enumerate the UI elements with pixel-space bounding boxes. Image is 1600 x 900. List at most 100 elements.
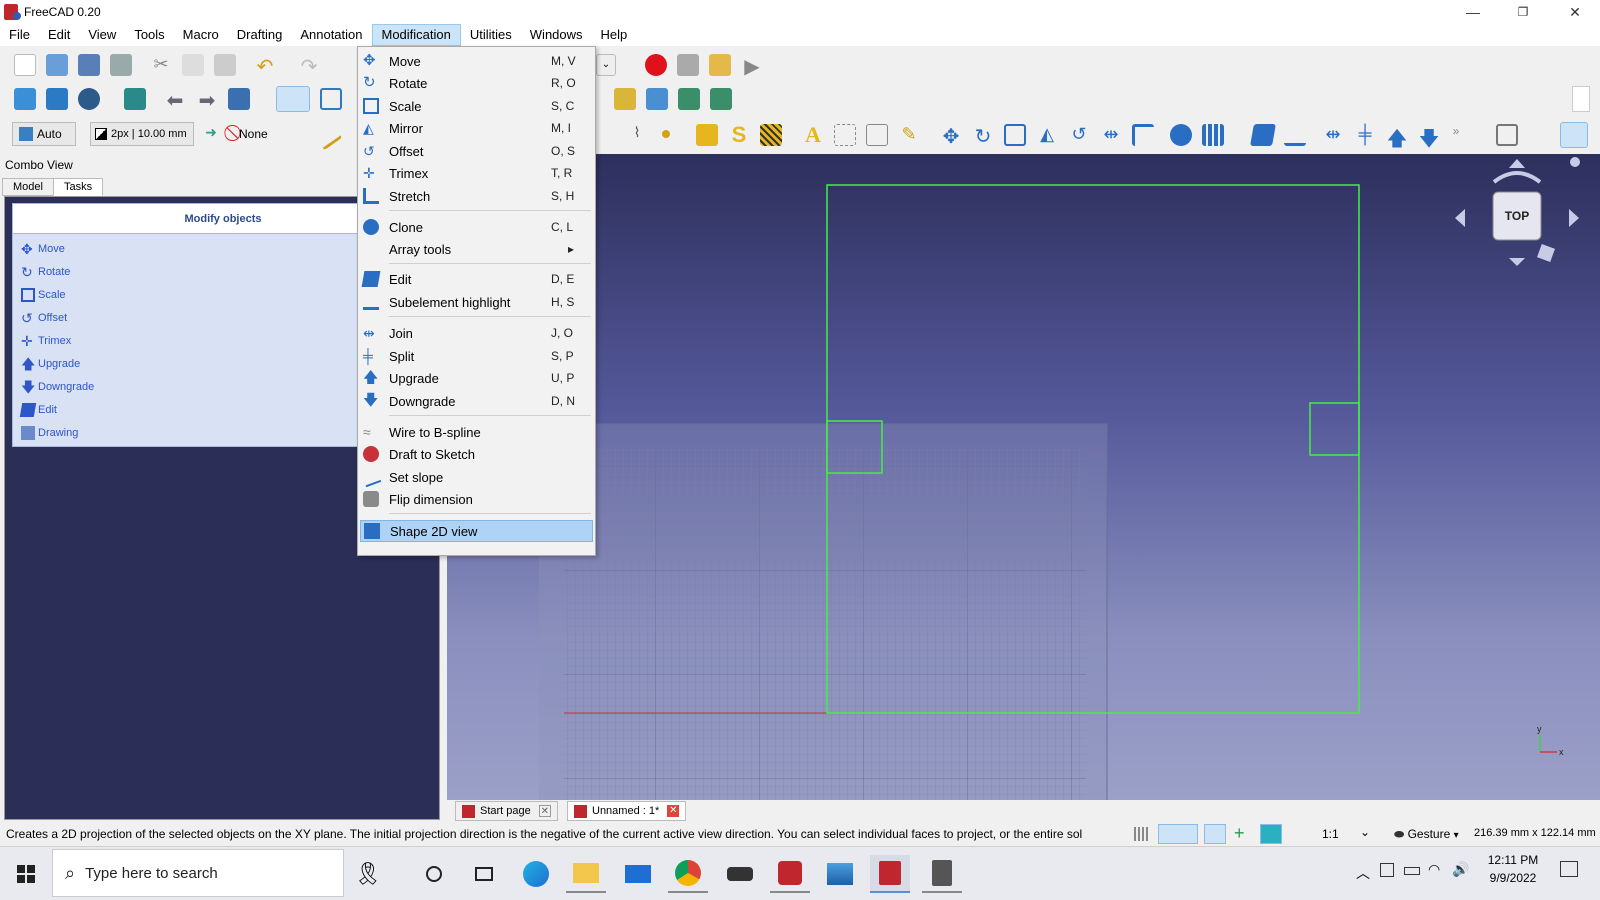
menu-item-offset[interactable]: ↺ Offset O, S xyxy=(358,140,595,162)
menu-utilities[interactable]: Utilities xyxy=(461,24,521,46)
draw-style-icon[interactable] xyxy=(78,88,100,110)
menu-item-split[interactable]: ╪ Split S, P xyxy=(358,345,595,367)
chrome-icon[interactable] xyxy=(668,855,708,893)
show-hidden-icons-icon[interactable]: ︿ xyxy=(1356,863,1370,883)
tb-mirror-icon[interactable]: ◭ xyxy=(1036,124,1058,146)
tb-array-icon[interactable] xyxy=(1202,124,1224,146)
undo-icon[interactable]: ↶ xyxy=(254,54,276,78)
menu-edit[interactable]: Edit xyxy=(39,24,79,46)
grid-toggle-icon[interactable] xyxy=(1134,827,1148,841)
line-icon[interactable] xyxy=(311,119,343,151)
photos-icon[interactable] xyxy=(820,855,860,893)
tab-start-page[interactable]: Start page ✕ xyxy=(455,801,558,821)
macros-icon[interactable] xyxy=(709,54,731,76)
task-drawing[interactable]: Drawing xyxy=(21,424,78,442)
snap-none-button[interactable]: ⃠ None xyxy=(236,122,288,146)
task-scale[interactable]: Scale xyxy=(21,286,66,304)
scale-dropdown-icon[interactable]: ⌄ xyxy=(1360,825,1370,839)
add-icon[interactable]: + xyxy=(1234,823,1245,844)
copy-icon[interactable] xyxy=(182,54,204,76)
tb-move-icon[interactable]: ✥ xyxy=(940,124,962,148)
task-upgrade[interactable]: 🡅 Upgrade xyxy=(21,355,80,373)
task-edit[interactable]: Edit xyxy=(19,401,57,419)
menu-item-downgrade[interactable]: 🡇 Downgrade D, N xyxy=(358,390,595,412)
menu-item-edit[interactable]: Edit D, E xyxy=(358,268,595,290)
layers-icon[interactable] xyxy=(1496,124,1518,146)
tb-offset-icon[interactable]: ↺ xyxy=(1068,124,1090,146)
cortana-ribbon-icon[interactable]: 🎗 xyxy=(348,855,388,893)
close-tab-icon[interactable]: ✕ xyxy=(538,805,551,817)
menu-annotation[interactable]: Annotation xyxy=(291,24,371,46)
fit-selection-icon[interactable] xyxy=(46,88,68,110)
menu-tools[interactable]: Tools xyxy=(125,24,173,46)
redo-icon[interactable]: ↷ xyxy=(298,54,320,78)
bspline-icon[interactable]: ⌇ xyxy=(626,124,648,146)
menu-item-move[interactable]: ✥ Move M, V xyxy=(358,50,595,72)
linestyle-button[interactable]: 2px | 10.00 mm xyxy=(90,122,194,146)
close-button[interactable]: ✕ xyxy=(1552,0,1598,24)
make-link-icon[interactable] xyxy=(678,88,700,110)
menu-item-trimex[interactable]: ✛ Trimex T, R xyxy=(358,162,595,184)
edge-browser-icon[interactable] xyxy=(516,855,556,893)
volume-icon[interactable]: 🔊 xyxy=(1452,861,1469,878)
stop-macro-icon[interactable] xyxy=(677,54,699,76)
execute-macro-icon[interactable]: ▶ xyxy=(741,54,763,78)
open-file-icon[interactable] xyxy=(46,54,68,76)
minimize-button[interactable]: — xyxy=(1450,0,1496,24)
tb-trimex-icon[interactable]: ⇹ xyxy=(1100,124,1122,146)
back-icon[interactable]: ⬅ xyxy=(164,88,186,112)
task-rotate[interactable]: ↻ Rotate xyxy=(21,263,70,281)
meet-now-icon[interactable] xyxy=(1380,863,1394,877)
close-tab-icon[interactable]: ✕ xyxy=(667,805,680,817)
apply-style-icon[interactable]: ➜ xyxy=(200,124,222,146)
app-hat-icon[interactable] xyxy=(720,855,760,893)
wifi-icon[interactable]: ◠ xyxy=(1428,861,1440,878)
facebinder-icon[interactable] xyxy=(696,124,718,146)
battery-icon[interactable] xyxy=(1404,867,1420,875)
menu-item-wire-to-bspline[interactable]: ≈ Wire to B-spline xyxy=(358,421,595,443)
menu-item-upgrade[interactable]: 🡅 Upgrade U, P xyxy=(358,367,595,389)
task-view-icon[interactable] xyxy=(464,855,504,893)
label-icon[interactable] xyxy=(866,124,888,146)
menu-item-set-slope[interactable]: Set slope xyxy=(358,466,595,488)
construction-lock-icon[interactable] xyxy=(1560,122,1588,148)
working-plane-button[interactable]: Auto xyxy=(12,122,76,146)
menu-item-draft-to-sketch[interactable]: Draft to Sketch xyxy=(358,443,595,465)
app-red-icon[interactable] xyxy=(770,855,810,893)
annotation-styles-icon[interactable]: ✎ xyxy=(898,124,920,146)
menu-file[interactable]: File xyxy=(0,24,39,46)
tb-edit-icon[interactable] xyxy=(1250,124,1276,146)
dimension-icon[interactable] xyxy=(834,124,856,146)
menu-macro[interactable]: Macro xyxy=(174,24,228,46)
toolbar-overflow-icon[interactable]: » xyxy=(1450,124,1462,146)
std-views-icon[interactable] xyxy=(276,86,310,112)
bounding-box-icon[interactable] xyxy=(124,88,146,110)
menu-item-subelement-highlight[interactable]: Subelement highlight H, S xyxy=(358,291,595,313)
text-icon[interactable]: A xyxy=(802,124,824,146)
menu-item-rotate[interactable]: ↻ Rotate R, O xyxy=(358,72,595,94)
windows-start-button[interactable] xyxy=(6,855,46,893)
isometric-icon[interactable] xyxy=(320,88,342,110)
save-icon[interactable] xyxy=(78,54,100,76)
notifications-icon[interactable] xyxy=(1560,861,1578,877)
link-icon[interactable] xyxy=(228,88,250,110)
menu-modification[interactable]: Modification xyxy=(371,24,461,46)
tb-scale-icon[interactable] xyxy=(1004,124,1026,146)
part-icon[interactable] xyxy=(614,88,636,110)
tb-split-icon[interactable]: ╪ xyxy=(1354,124,1376,146)
menu-help[interactable]: Help xyxy=(592,24,637,46)
tb-stretch-icon[interactable] xyxy=(1132,124,1154,146)
fit-all-icon[interactable] xyxy=(14,88,36,110)
scale-value[interactable]: 1:1 xyxy=(1322,827,1339,841)
task-trimex[interactable]: ✛ Trimex xyxy=(21,332,71,350)
menu-item-clone[interactable]: Clone C, L xyxy=(358,216,595,238)
menu-drafting[interactable]: Drafting xyxy=(228,24,292,46)
forward-icon[interactable]: ➡ xyxy=(196,88,218,112)
menu-item-array-tools[interactable]: Array tools ▸ xyxy=(358,238,595,260)
tb-rotate-icon[interactable]: ↻ xyxy=(972,124,994,148)
workbench-dropdown-icon[interactable]: ⌄ xyxy=(596,54,616,76)
tab-model[interactable]: Model xyxy=(2,178,54,196)
menu-view[interactable]: View xyxy=(79,24,125,46)
new-file-icon[interactable] xyxy=(14,54,36,76)
shapestring-icon[interactable]: S xyxy=(728,124,750,146)
